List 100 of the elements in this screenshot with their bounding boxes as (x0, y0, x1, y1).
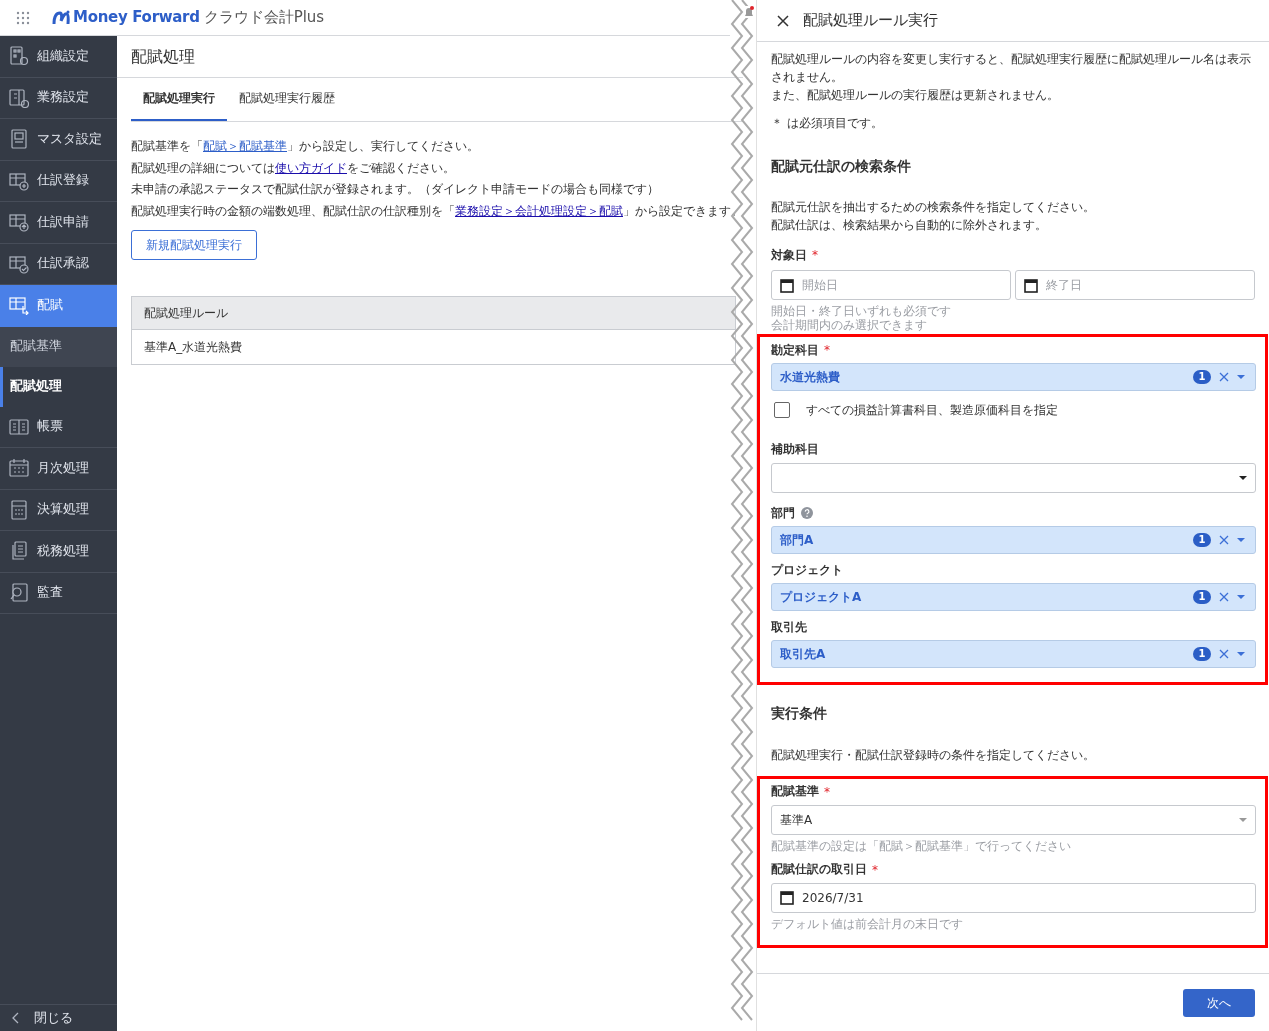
info-text: 配賦処理の詳細については使い方ガイドをご確認ください。 (131, 159, 456, 177)
select-field[interactable] (771, 462, 1256, 493)
clear-icon (1219, 534, 1229, 545)
sidebar-item[interactable]: 組織設定 (0, 36, 117, 78)
caret-down-icon (1237, 375, 1245, 380)
sidebar-item[interactable]: 帳票 (0, 406, 117, 448)
calendar-icon (1024, 277, 1038, 293)
page-title: 配賦処理 (131, 45, 195, 68)
apps-menu-icon[interactable] (16, 10, 30, 25)
clear-icon (1219, 372, 1229, 383)
field-label: 部門 (771, 504, 795, 522)
help-icon (801, 507, 813, 520)
select-value: 基準A (780, 811, 814, 829)
selected-value-tag: プロジェクトA (780, 588, 1193, 606)
selected-value-tag: 部門A (780, 530, 1193, 549)
required-mark: * (812, 247, 818, 265)
next-button[interactable]: 次へ (1183, 988, 1255, 1017)
count-badge: 1 (1193, 590, 1211, 604)
text-link[interactable]: 配賦＞配賦基準 (203, 139, 287, 153)
field-label: 補助科目 (771, 441, 819, 459)
brand-name: Money Forward (73, 7, 200, 29)
count-badge: 1 (1193, 370, 1211, 385)
field-label: 対象日 (771, 246, 807, 264)
panel-title: 配賦処理ルール実行 (803, 10, 938, 32)
required-note: ＊ は必須項目です。 (771, 115, 884, 132)
count-badge: 1 (1193, 647, 1211, 662)
chevron-left-icon (12, 1012, 20, 1024)
section-heading: 実行条件 (771, 704, 828, 724)
sidebar-item[interactable]: 監査 (0, 572, 117, 614)
clear-icon (1219, 649, 1229, 660)
hint-text: デフォルト値は前会計月の末日です (771, 916, 964, 931)
calendar-icon (780, 890, 794, 905)
date-input-field[interactable]: 2026/7/31 (771, 882, 1256, 913)
calendar-icon (780, 277, 794, 293)
selected-value-tag: 取引先A (780, 645, 1193, 664)
required-mark: * (872, 861, 878, 879)
column-header: 配賦処理ルール (132, 297, 735, 330)
text-link[interactable]: 業務設定＞会計処理設定＞配賦 (455, 203, 623, 218)
collapse-sidebar-button[interactable]: 閉じる (0, 1004, 117, 1031)
calendar-icon (9, 458, 29, 479)
document-search-icon (9, 582, 29, 603)
info-text: 配賦基準を「配賦＞配賦基準」から設定し、実行してください。 (131, 138, 480, 155)
field-label: 勘定科目 (771, 341, 819, 359)
note-text: 配賦処理ルールの内容を変更し実行すると、配賦処理実行履歴に配賦処理ルール名は表示されません。 (771, 51, 1252, 86)
field-label: 取引先 (771, 619, 807, 636)
field-label: 配賦基準 (771, 782, 819, 800)
logo-icon (52, 9, 70, 26)
tab[interactable]: 配賦処理実行履歴 (227, 78, 347, 121)
notification-icon (744, 6, 754, 18)
table-plus-icon (9, 170, 29, 191)
calculator-icon (9, 499, 29, 520)
hint-text: 開始日・終了日いずれも必須です (771, 304, 952, 319)
hint-text: 配賦基準の設定は「配賦＞配賦基準」で行ってください (771, 838, 1072, 853)
field-label: 配賦仕訳の取引日 (771, 860, 867, 878)
clear-icon (1219, 592, 1229, 602)
tab[interactable]: 配賦処理実行 (131, 78, 227, 121)
caret-down-icon (1237, 595, 1245, 599)
select-field[interactable]: 基準A (771, 804, 1256, 835)
product-name: クラウド会計Plus (203, 7, 325, 29)
section-description: 配賦仕訳は、検索結果から自動的に除外されます。 (771, 217, 1048, 235)
required-mark: * (824, 783, 830, 801)
section-heading: 配賦元仕訳の検索条件 (771, 157, 912, 176)
sidebar-item[interactable]: 決算処理 (0, 489, 117, 531)
sidebar-item[interactable]: 仕訳登録 (0, 160, 117, 202)
new-allocation-button[interactable]: 新規配賦処理実行 (131, 230, 257, 260)
selected-value-tag: 水道光熱費 (780, 368, 1193, 387)
checkbox-label: すべての損益計算書科目、製造原価科目を指定 (806, 402, 1058, 420)
multiselect-field[interactable]: 部門A 1 (771, 525, 1256, 554)
multiselect-field[interactable]: プロジェクトA 1 (771, 583, 1256, 611)
building-gear-icon (9, 46, 29, 67)
section-description: 配賦元仕訳を抽出するための検索条件を指定してください。 (771, 199, 1096, 217)
caret-down-icon (1239, 817, 1247, 822)
document-gear-icon (9, 87, 29, 108)
table-check-icon (9, 253, 29, 274)
sidebar-subitem[interactable]: 配賦基準 (0, 326, 117, 367)
caret-down-icon (1237, 537, 1245, 542)
multiselect-field[interactable]: 取引先A 1 (771, 640, 1256, 669)
caret-down-icon (1239, 475, 1247, 480)
count-badge: 1 (1193, 532, 1211, 547)
text-link[interactable]: 使い方ガイド (275, 160, 347, 175)
sidebar-item[interactable]: 配賦 (0, 285, 117, 327)
sidebar-item[interactable]: 月次処理 (0, 448, 117, 490)
info-text: 未申請の承認ステータスで配賦仕訳が登録されます。（ダイレクト申請モードの場合も同様です） (131, 181, 660, 198)
table-cell[interactable]: 基準A_水道光熱費 (132, 330, 735, 364)
table-upload-icon (9, 212, 29, 233)
close-icon[interactable] (777, 14, 789, 27)
note-text: また、配賦処理ルールの実行履歴は更新されません。 (771, 87, 1060, 104)
multiselect-field[interactable]: 水道光熱費 1 (771, 363, 1256, 392)
sidebar-item[interactable]: 仕訳申請 (0, 202, 117, 244)
section-description: 配賦処理実行・配賦仕訳登録時の条件を指定してください。 (771, 746, 1096, 764)
document-icon (9, 129, 29, 150)
sidebar-item[interactable]: マスタ設定 (0, 119, 117, 161)
sidebar-item[interactable]: 税務処理 (0, 531, 117, 573)
hint-text: 会計期間内のみ選択できます (771, 318, 928, 333)
book-icon (9, 416, 29, 437)
caret-down-icon (1237, 652, 1245, 657)
sidebar-item[interactable]: 業務設定 (0, 77, 117, 119)
table-arrow-icon (9, 295, 29, 316)
documents-icon (9, 541, 29, 562)
checkbox[interactable] (774, 402, 790, 419)
